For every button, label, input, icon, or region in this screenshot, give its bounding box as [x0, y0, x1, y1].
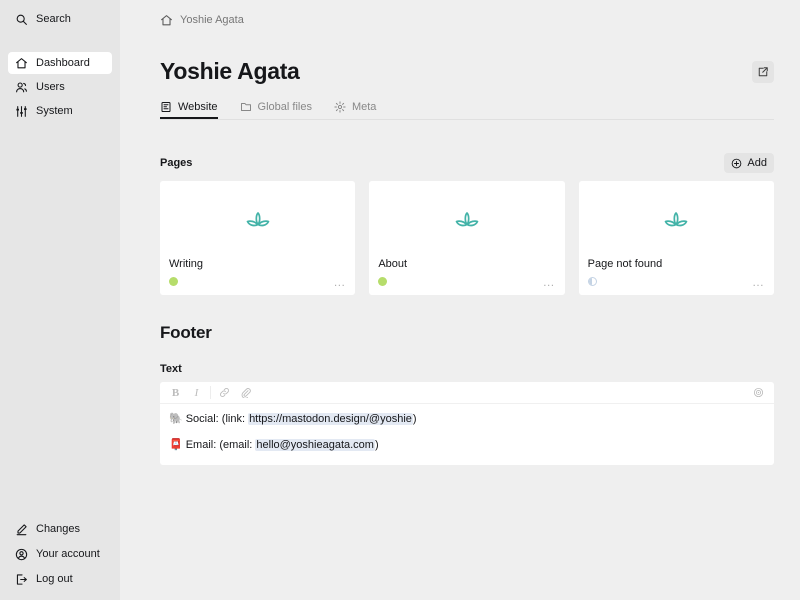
editor-content[interactable]: 🐘 Social: (link: https://mastodon.design/…	[160, 404, 774, 465]
logout-icon	[14, 572, 28, 586]
add-page-label: Add	[747, 157, 767, 170]
page-card-page-not-found[interactable]: Page not found …	[578, 181, 774, 296]
lotus-icon	[243, 209, 273, 231]
sidebar-item-label: Log out	[36, 573, 73, 585]
editor-toolbar: B I	[160, 382, 774, 405]
status-badge	[169, 277, 178, 287]
home-icon	[14, 56, 28, 70]
sidebar-flex-spacer	[8, 122, 112, 518]
card-footer: …	[160, 270, 355, 295]
editor-line-email: 📮 Email: (email: hello@yoshieagata.com)	[169, 439, 765, 453]
link-icon[interactable]	[214, 383, 235, 403]
sidebar: Search Dashboard Users System Changes Yo…	[0, 0, 120, 600]
account-icon	[14, 547, 28, 561]
sidebar-item-log-out[interactable]: Log out	[8, 568, 112, 590]
external-link-icon	[757, 66, 769, 78]
search-icon	[14, 12, 28, 26]
card-figure	[160, 181, 355, 259]
card-options-button[interactable]: …	[752, 276, 765, 288]
status-badge	[378, 277, 388, 287]
sidebar-item-label: Your account	[36, 548, 100, 560]
sidebar-nav: Dashboard Users System	[8, 52, 112, 122]
tab-bar: Website Global files Meta	[160, 97, 774, 121]
card-title: About	[378, 258, 408, 271]
pages-icon	[160, 101, 172, 113]
card-footer: …	[369, 270, 564, 295]
bold-glyph: B	[171, 386, 180, 399]
tab-label: Meta	[351, 101, 377, 114]
card-footer: …	[579, 270, 774, 295]
lotus-icon	[661, 209, 691, 231]
pages-section-label: Pages	[160, 157, 193, 170]
breadcrumb: Yoshie Agata	[160, 11, 774, 29]
page-header: Yoshie Agata	[160, 58, 774, 84]
card-figure	[579, 181, 774, 259]
footer-section-heading: Footer	[160, 323, 212, 343]
add-page-button[interactable]: Add	[724, 153, 774, 174]
sidebar-item-dashboard[interactable]: Dashboard	[8, 52, 112, 74]
panel-app: Search Dashboard Users System Changes Yo…	[0, 0, 800, 600]
editor-line-suffix: )	[412, 413, 417, 426]
pencil-icon	[14, 522, 28, 536]
sidebar-bottom-nav: Changes Your account Log out	[8, 518, 112, 590]
lotus-icon	[452, 209, 482, 231]
footer-text-field-label: Text	[160, 363, 182, 376]
sidebar-item-users[interactable]: Users	[8, 76, 112, 98]
tab-meta[interactable]: Meta	[334, 97, 376, 119]
folder-icon	[240, 101, 252, 113]
sidebar-item-changes[interactable]: Changes	[8, 518, 112, 540]
bold-icon[interactable]: B	[165, 383, 186, 403]
gear-icon	[334, 101, 346, 113]
card-figure	[369, 181, 564, 259]
sidebar-item-system[interactable]: System	[8, 100, 112, 122]
page-card-about[interactable]: About …	[369, 181, 565, 296]
sidebar-item-label: System	[36, 105, 73, 117]
pages-section-header: Pages Add	[160, 153, 774, 174]
editor-email-value[interactable]: hello@yoshieagata.com	[255, 439, 375, 452]
editor-line-suffix: )	[374, 439, 379, 452]
card-title: Page not found	[587, 258, 663, 271]
sidebar-search-label: Search	[36, 13, 71, 25]
tab-global-files[interactable]: Global files	[240, 97, 312, 119]
sidebar-item-label: Dashboard	[36, 57, 90, 69]
sidebar-spacer-top	[8, 30, 112, 52]
page-card-writing[interactable]: Writing …	[160, 181, 356, 296]
sidebar-search[interactable]: Search	[8, 8, 112, 30]
sidebar-item-label: Users	[36, 81, 65, 93]
target-icon[interactable]	[748, 383, 769, 403]
elephant-emoji: 🐘	[169, 413, 183, 426]
breadcrumb-label[interactable]: Yoshie Agata	[180, 14, 244, 26]
main-content: Yoshie Agata Yoshie Agata Website Global…	[120, 0, 800, 600]
italic-glyph: I	[194, 386, 199, 399]
card-options-button[interactable]: …	[543, 276, 556, 288]
editor-line-prefix: Social: (link:	[185, 413, 249, 426]
sidebar-item-label: Changes	[36, 523, 81, 535]
pages-card-grid: Writing … About … Page not found …	[160, 181, 774, 296]
tab-label: Global files	[257, 101, 312, 114]
editor-line-social: 🐘 Social: (link: https://mastodon.design/…	[169, 413, 765, 427]
status-badge	[587, 277, 597, 287]
users-icon	[14, 80, 28, 94]
sidebar-item-your-account[interactable]: Your account	[8, 543, 112, 565]
editor-line-prefix: Email: (email:	[185, 439, 256, 452]
postbox-emoji: 📮	[169, 439, 183, 452]
page-title: Yoshie Agata	[160, 58, 300, 84]
tab-label: Website	[178, 101, 218, 114]
card-options-button[interactable]: …	[333, 276, 346, 288]
open-preview-button[interactable]	[752, 61, 774, 83]
card-title: Writing	[169, 258, 204, 271]
home-icon[interactable]	[160, 14, 173, 27]
circle-plus-icon	[731, 158, 742, 169]
footer-text-editor[interactable]: B I 🐘 Social: (link: https://mastodon.de…	[160, 382, 774, 465]
attachment-icon[interactable]	[235, 383, 256, 403]
sliders-icon	[14, 104, 28, 118]
toolbar-divider	[210, 386, 211, 400]
tab-website[interactable]: Website	[160, 97, 218, 120]
italic-icon[interactable]: I	[186, 383, 207, 403]
editor-link-value[interactable]: https://mastodon.design/@yoshie	[248, 413, 413, 426]
